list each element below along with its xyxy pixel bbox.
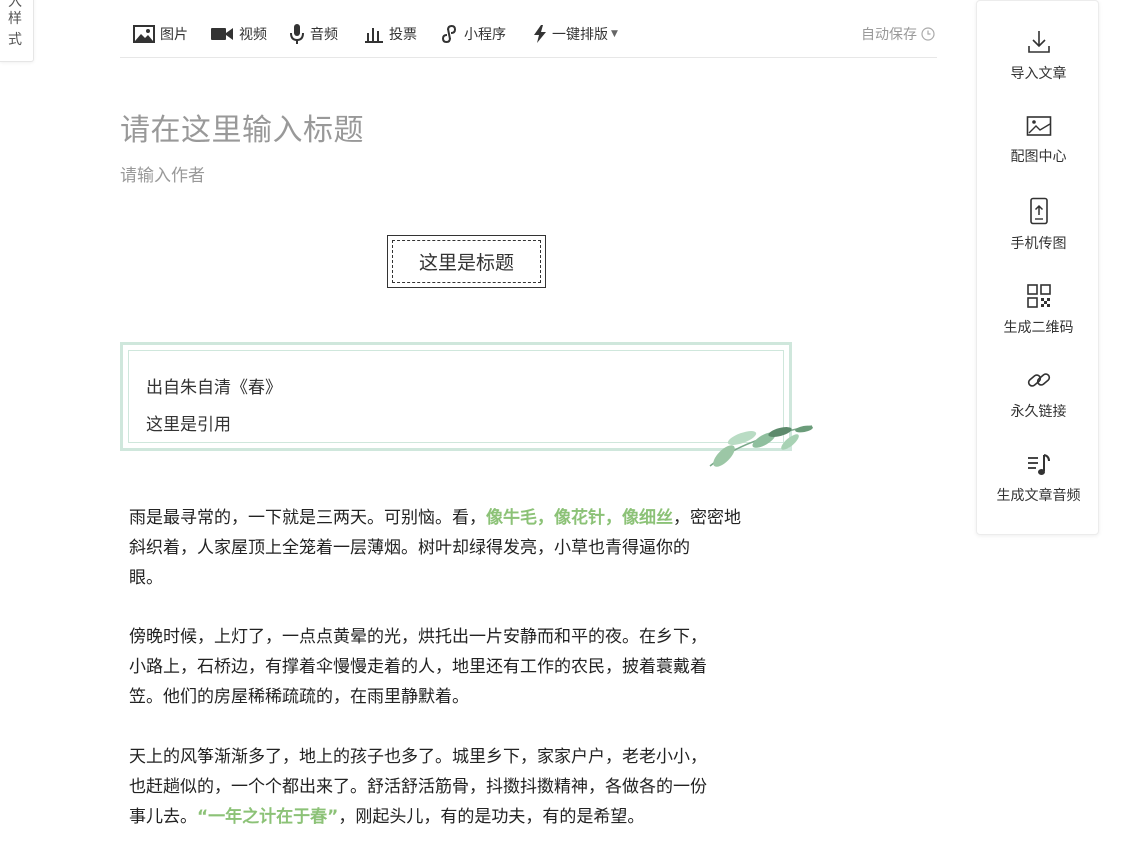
chevron-down-icon: ▼ [611,29,618,39]
toolbar-miniprogram-label: 小程序 [464,27,506,43]
paragraph-line: 眼。 [129,568,163,588]
paragraph[interactable]: 天上的风筝渐渐多了，地上的孩子也多了。城里乡下，家家户户，老老小小， 也赶趟似的… [129,742,819,832]
toolbar-video-label: 视频 [239,27,267,43]
paragraph-line: 天上的风筝渐渐多了，地上的孩子也多了。城里乡下，家家户户，老老小小， [129,747,707,767]
generate-qrcode-button[interactable]: 生成二维码 [977,283,1100,337]
import-article-button[interactable]: 导入文章 [977,29,1100,83]
toolbar-image-label: 图片 [160,27,188,43]
paragraph-line: 事儿去。“一年之计在于春”，刚起头儿，有的是功夫，有的是希望。 [129,802,819,832]
generate-audio-button[interactable]: 生成文章音频 [977,453,1100,505]
permanent-link-label: 永久链接 [1010,404,1067,420]
title-input[interactable]: 请在这里输入标题 [120,105,364,149]
generate-qrcode-label: 生成二维码 [1003,320,1074,336]
bar-chart-icon [365,28,383,43]
phone-upload-button[interactable]: 手机传图 [977,197,1100,253]
paragraph-text: ，密密地 [673,508,741,528]
leaf-decoration-icon [709,425,813,467]
import-icon [1027,31,1050,53]
autosave-label: 自动保存 [861,27,917,43]
microphone-icon [290,24,304,44]
quote-source: 出自朱自清《春》 [146,378,282,398]
video-icon [211,28,233,40]
paragraph-line: 雨是最寻常的，一下就是三两天。可别恼。看，像牛毛，像花针，像细丝，密密地 [129,503,819,533]
paragraph-line: 小路上，石桥边，有撑着伞慢慢走着的人，地里还有工作的农民，披着蓑戴着 [129,657,707,677]
link-icon [1027,373,1050,387]
toolbar-one-click-layout-label: 一键排版 [552,27,608,43]
lightning-icon [534,25,546,43]
qrcode-icon [1026,284,1051,308]
highlighted-text: “一年之计在于春” [197,807,339,827]
import-article-label: 导入文章 [1010,66,1067,82]
paragraph[interactable]: 雨是最寻常的，一下就是三两天。可别恼。看，像牛毛，像花针，像细丝，密密地 斜织着… [129,503,819,593]
picture-center-button[interactable]: 配图中心 [977,114,1100,166]
style-tab-char: 式 [8,32,22,48]
clock-icon [921,27,935,41]
phone-upload-label: 手机传图 [1010,236,1067,252]
phone-upload-icon [1029,197,1048,225]
toolbar-image-button[interactable]: 图片 [133,22,188,46]
paragraph-text: 雨是最寻常的，一下就是三两天。可别恼。看， [129,508,486,528]
heading-block[interactable]: 这里是标题 [387,235,546,288]
editor-toolbar: 图片 视频 音频 投票 小程序 一键排版 ▼ 自动保存 [120,14,937,58]
image-icon [133,25,155,43]
highlighted-text: 像牛毛，像花针，像细丝 [486,508,673,528]
toolbar-vote-button[interactable]: 投票 [364,22,417,46]
toolbar-one-click-layout-dropdown[interactable]: 一键排版 ▼ [533,22,618,46]
music-note-icon [1027,454,1050,475]
paragraph-line: 笠。他们的房屋稀稀疏疏的，在雨里静默着。 [129,687,469,707]
toolbar-audio-button[interactable]: 音频 [289,22,338,46]
paragraph[interactable]: 傍晚时候，上灯了，一点点黄晕的光，烘托出一片安静而和平的夜。在乡下， 小路上，石… [129,622,819,712]
toolbar-video-button[interactable]: 视频 [210,22,267,46]
paragraph-line: 斜织着，人家屋顶上全笼着一层薄烟。树叶却绿得发亮，小草也青得逼你的 [129,538,690,558]
picture-center-label: 配图中心 [1010,149,1067,165]
toolbar-miniprogram-button[interactable]: 小程序 [439,22,506,46]
paragraph-line: 也赶趟似的，一个个都出来了。舒活舒活筋骨，抖擞抖擞精神，各做各的一份 [129,777,707,797]
heading-text: 这里是标题 [392,240,541,283]
toolbar-vote-label: 投票 [389,27,417,43]
quote-inner-frame: 出自朱自清《春》 这里是引用 [128,350,784,443]
toolbar-audio-label: 音频 [310,27,338,43]
author-input[interactable]: 请输入作者 [120,161,205,186]
style-tab[interactable]: 入 样 式 [0,0,34,62]
style-tab-char: 样 [8,11,22,27]
autosave-status: 自动保存 [861,24,935,44]
permanent-link-button[interactable]: 永久链接 [977,367,1100,421]
quote-text: 这里是引用 [146,415,231,435]
side-tools-panel: 导入文章 配图中心 手机传图 生成二维码 永久链接 生成文章音频 [976,0,1099,535]
mini-program-icon [441,24,457,44]
paragraph-text: ，刚起头儿，有的是功夫，有的是希望。 [338,807,645,827]
paragraph-line: 傍晚时候，上灯了，一点点黄晕的光，烘托出一片安静而和平的夜。在乡下， [129,627,707,647]
paragraph-text: 事儿去。 [129,807,197,827]
generate-audio-label: 生成文章音频 [996,488,1081,504]
picture-icon [1026,116,1051,136]
quote-block[interactable]: 出自朱自清《春》 这里是引用 [120,342,792,451]
